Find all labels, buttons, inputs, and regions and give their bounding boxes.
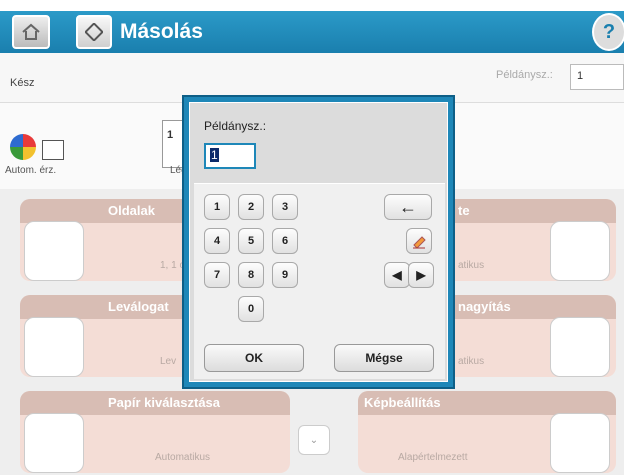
option-header: Képbeállítás [358, 391, 616, 415]
dialog-label: Példánysz.: [204, 119, 267, 133]
copy-app-icon-button[interactable] [76, 15, 112, 49]
key-4[interactable]: 4 [204, 228, 230, 254]
left-arrow-icon: ◀ [392, 268, 402, 282]
eraser-icon [413, 236, 426, 249]
right-arrow-icon: ▶ [416, 268, 426, 282]
copies-input[interactable]: 1 [204, 143, 256, 169]
home-button[interactable] [12, 15, 50, 49]
home-icon [22, 23, 40, 40]
paper-icon [24, 413, 84, 473]
option-value: Alapértelmezett [398, 452, 468, 463]
option-kepbeallitas[interactable]: Képbeállítás Alapértelmezett [358, 391, 616, 473]
collate-icon [24, 317, 84, 377]
clear-button[interactable] [406, 228, 432, 254]
key-5[interactable]: 5 [238, 228, 264, 254]
help-button[interactable]: ? [592, 13, 624, 51]
page-title: Másolás [120, 20, 203, 43]
scroll-down-button[interactable]: ⌄ [298, 425, 330, 455]
key-2[interactable]: 2 [238, 194, 264, 220]
copy-app-icon [85, 23, 103, 41]
ok-button[interactable]: OK [204, 344, 304, 372]
option-value: atikus [458, 356, 485, 367]
backspace-button[interactable]: ← [384, 194, 432, 220]
key-6[interactable]: 6 [272, 228, 298, 254]
color-circles-icon [550, 221, 610, 281]
copies-input-value: 1 [210, 148, 219, 162]
dialog-panel: Példánysz.: 1 1 2 3 4 5 6 7 8 9 0 ← ◀ ▶ … [189, 102, 448, 382]
color-mode-label: Autom. érz. [5, 165, 57, 176]
option-header: Papír kiválasztása [20, 391, 290, 415]
image-adjust-icon [550, 413, 610, 473]
cursor-left-button[interactable]: ◀ [384, 262, 410, 288]
cancel-button[interactable]: Mégse [334, 344, 434, 372]
backspace-icon: ← [399, 196, 417, 217]
resize-icon [550, 317, 610, 377]
copy-page-icon [42, 140, 64, 160]
key-7[interactable]: 7 [204, 262, 230, 288]
pages-icon [24, 221, 84, 281]
color-mode-icon[interactable] [10, 134, 36, 160]
option-papir[interactable]: Papír kiválasztása Automatikus [20, 391, 290, 473]
option-value: Lev [160, 356, 177, 367]
option-value: atikus [458, 260, 485, 271]
status-text: Kész [10, 77, 35, 89]
key-8[interactable]: 8 [238, 262, 264, 288]
chevron-down-icon: ⌄ [309, 434, 319, 446]
key-3[interactable]: 3 [272, 194, 298, 220]
cursor-right-button[interactable]: ▶ [408, 262, 434, 288]
copies-field[interactable]: 1 [570, 64, 624, 90]
option-value: Automatikus [155, 452, 211, 463]
copies-label: Példánysz.: [496, 69, 553, 81]
key-1[interactable]: 1 [204, 194, 230, 220]
help-icon: ? [602, 20, 616, 43]
keypad: 1 2 3 4 5 6 7 8 9 0 ← ◀ ▶ OK Mégse [194, 183, 445, 379]
copies-dialog: Példánysz.: 1 1 2 3 4 5 6 7 8 9 0 ← ◀ ▶ … [182, 95, 455, 389]
key-9[interactable]: 9 [272, 262, 298, 288]
key-0[interactable]: 0 [238, 296, 264, 322]
